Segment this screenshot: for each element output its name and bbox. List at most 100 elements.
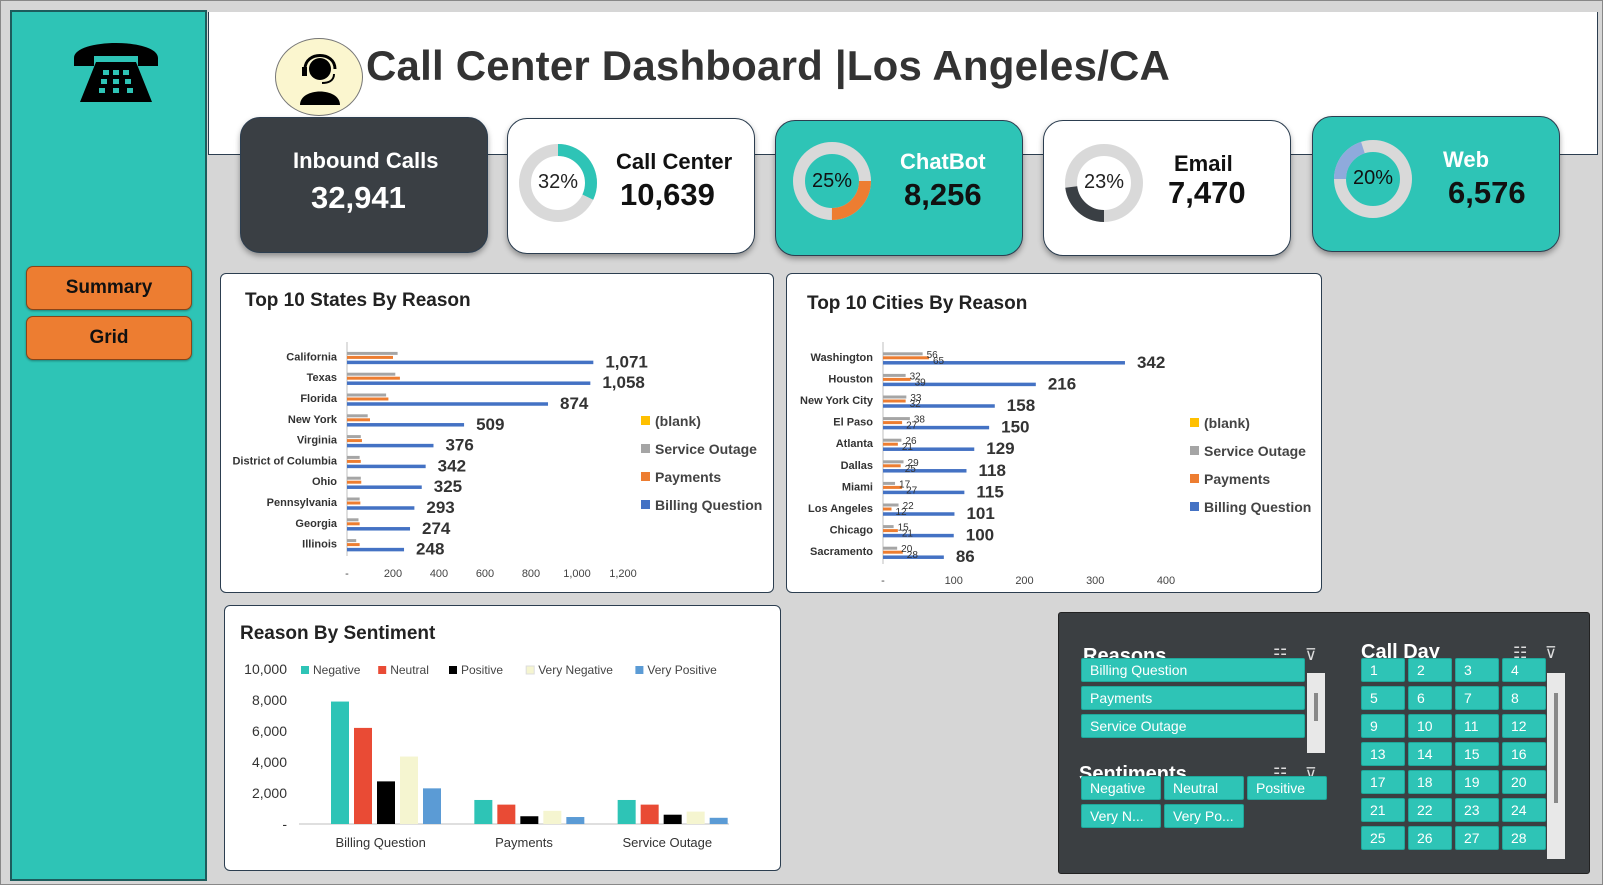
- legend-swatch: [1190, 502, 1199, 511]
- bar-service-outage: [883, 395, 907, 399]
- category-label: Miami: [842, 481, 873, 493]
- call-day-slicer-item[interactable]: 18: [1408, 770, 1452, 794]
- call-day-slicer-item[interactable]: 19: [1455, 770, 1499, 794]
- x-tick-label: 800: [522, 568, 540, 580]
- category-label: New York: [288, 414, 338, 426]
- bar-payments: [347, 480, 362, 484]
- kpi-label: Web: [1443, 147, 1490, 172]
- x-tick-label: 200: [384, 568, 402, 580]
- bar-neutral: [640, 804, 659, 824]
- call-day-slicer-item[interactable]: 1: [1361, 658, 1405, 682]
- headset-agent-icon: [275, 38, 363, 116]
- kpi-value: 10,639: [620, 177, 715, 212]
- kpi-chatbot: 25% ChatBot 8,256: [775, 120, 1023, 256]
- bar-payments: [883, 442, 898, 446]
- category-label: Florida: [300, 393, 338, 405]
- summary-button[interactable]: Summary: [26, 266, 192, 310]
- data-label: 325: [434, 477, 462, 496]
- legend-swatch: [635, 666, 644, 674]
- x-tick-label: 300: [1086, 575, 1104, 587]
- call-day-slicer-item[interactable]: 26: [1408, 826, 1452, 850]
- call-day-slicer-item[interactable]: 21: [1361, 798, 1405, 822]
- kpi-label: ChatBot: [900, 149, 986, 174]
- data-label: 342: [438, 456, 466, 475]
- legend-label: Payments: [1204, 471, 1270, 487]
- x-tick-label: -: [345, 568, 349, 580]
- call-day-slicer-item[interactable]: 10: [1408, 714, 1452, 738]
- bar-billing-question: [347, 381, 591, 385]
- legend-swatch: [641, 416, 650, 425]
- legend-label: Billing Question: [655, 497, 762, 513]
- call-day-slicer-item[interactable]: 16: [1502, 742, 1546, 766]
- y-tick-label: 6,000: [252, 723, 287, 739]
- bar-payments: [347, 376, 400, 380]
- bar-service-outage: [883, 525, 894, 529]
- payments-data-label: 25: [905, 464, 917, 475]
- telephone-icon: [74, 43, 158, 102]
- kpi-call-center: 32% Call Center 10,639: [507, 118, 755, 254]
- call-day-slicer-item[interactable]: 23: [1455, 798, 1499, 822]
- payments-data-label: 21: [902, 442, 914, 453]
- call-day-slicer-item[interactable]: 9: [1361, 714, 1405, 738]
- bar-payments: [347, 418, 370, 422]
- x-category-label: Payments: [495, 835, 553, 850]
- call-day-slicer-item[interactable]: 4: [1502, 658, 1546, 682]
- sidebar: Summary Grid: [10, 10, 207, 881]
- call-day-slicer-item[interactable]: 6: [1408, 686, 1452, 710]
- grid-button[interactable]: Grid: [26, 316, 192, 360]
- call-day-slicer-item[interactable]: 27: [1455, 826, 1499, 850]
- legend-label: Positive: [461, 663, 503, 677]
- legend-label: (blank): [655, 413, 701, 429]
- call-day-slicer-item[interactable]: 7: [1455, 686, 1499, 710]
- data-label: 129: [986, 439, 1014, 458]
- x-tick-label: 1,200: [609, 568, 637, 580]
- y-tick-label: 10,000: [244, 661, 287, 677]
- bar-billing-question: [347, 547, 405, 552]
- call-day-slicer-item[interactable]: 22: [1408, 798, 1452, 822]
- payments-data-label: 39: [915, 377, 927, 388]
- bar-payments: [883, 464, 901, 468]
- bar-billing-question: [347, 506, 415, 510]
- data-label: 118: [978, 461, 1005, 480]
- bar-billing-question: [883, 425, 990, 430]
- call-day-slicer-item[interactable]: 14: [1408, 742, 1452, 766]
- data-label: 1,058: [602, 373, 645, 392]
- bar-service-outage: [347, 518, 359, 522]
- call-day-slicer-item[interactable]: 15: [1455, 742, 1499, 766]
- bar-very-negative: [543, 810, 562, 824]
- kpi-label: Call Center: [616, 149, 733, 174]
- data-label: 150: [1001, 418, 1029, 437]
- call-day-slicer-item[interactable]: 2: [1408, 658, 1452, 682]
- bar-billing-question: [883, 361, 1125, 365]
- donut-percent-label: 32%: [537, 171, 579, 193]
- call-day-scroll-thumb[interactable]: [1554, 693, 1558, 803]
- category-label: Virginia: [297, 435, 338, 447]
- kpi-email: 23% Email 7,470: [1043, 120, 1291, 256]
- call-day-slicer-item[interactable]: 13: [1361, 742, 1405, 766]
- call-day-slicer-item[interactable]: 17: [1361, 770, 1405, 794]
- bar-service-outage: [883, 352, 923, 356]
- data-label: 1,071: [605, 352, 648, 371]
- call-day-slicer-item[interactable]: 8: [1502, 686, 1546, 710]
- call-day-slicer-item[interactable]: 24: [1502, 798, 1546, 822]
- bar-billing-question: [347, 464, 426, 469]
- bar-service-outage: [347, 497, 360, 501]
- payments-data-label: 21: [902, 529, 914, 540]
- payments-data-label: 32: [910, 399, 922, 410]
- bar-billing-question: [347, 443, 434, 448]
- y-tick-label: 4,000: [252, 754, 287, 770]
- bar-service-outage: [883, 546, 898, 550]
- call-day-slicer-item[interactable]: 12: [1502, 714, 1546, 738]
- call-day-slicer-item[interactable]: 11: [1455, 714, 1499, 738]
- call-day-slicer-item[interactable]: 3: [1455, 658, 1499, 682]
- call-day-slicer-item[interactable]: 5: [1361, 686, 1405, 710]
- bar-negative: [474, 799, 493, 824]
- call-day-slicer-item[interactable]: 28: [1502, 826, 1546, 850]
- bar-positive: [663, 814, 682, 824]
- call-day-slicer-item[interactable]: 25: [1361, 826, 1405, 850]
- legend-swatch: [641, 472, 650, 481]
- bar-service-outage: [347, 539, 357, 543]
- bar-billing-question: [883, 469, 967, 473]
- x-tick-label: 400: [1157, 575, 1175, 587]
- call-day-slicer-item[interactable]: 20: [1502, 770, 1546, 794]
